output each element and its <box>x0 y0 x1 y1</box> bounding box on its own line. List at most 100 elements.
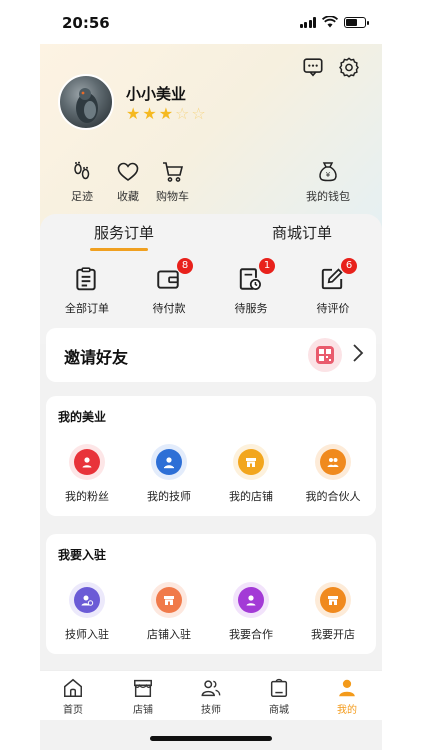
rating-stars: ★ ★ ★ ☆ ☆ <box>126 104 206 123</box>
invite-title: 邀请好友 <box>64 348 129 367</box>
order-label: 待付款 <box>152 302 186 315</box>
item-label: 我的技师 <box>147 490 191 503</box>
header-actions <box>302 56 360 78</box>
footprint-icon <box>74 161 90 180</box>
section-title: 我的美业 <box>58 410 107 424</box>
order-label: 待服务 <box>234 302 268 315</box>
profile-screen: 小小美业 ★ ★ ★ ☆ ☆ 足迹 收藏 购物车 ¥ 我的钱包 服务订单 商城订… <box>40 44 382 750</box>
quick-link-label: 购物车 <box>156 190 189 203</box>
tab-home[interactable]: 首页 <box>48 677 98 716</box>
store-icon <box>134 679 152 697</box>
order-pending-service[interactable]: 1 待服务 <box>216 258 286 316</box>
tab-label: 商城 <box>269 705 289 716</box>
fans-icon <box>69 444 105 480</box>
quick-link-favorites[interactable]: 收藏 <box>116 160 140 204</box>
order-pending-review[interactable]: 6 待评价 <box>298 258 368 316</box>
quick-links: 足迹 收藏 购物车 ¥ 我的钱包 <box>40 160 382 210</box>
my-fans-item[interactable]: 我的粉丝 <box>52 444 122 504</box>
avatar[interactable] <box>58 74 114 130</box>
order-badge: 8 <box>177 258 193 274</box>
item-label: 店铺入驻 <box>147 628 191 641</box>
cooperate-icon <box>233 582 269 618</box>
item-label: 我要开店 <box>311 628 355 641</box>
star-empty-icon: ☆ <box>175 104 190 123</box>
signal-icon <box>299 16 316 28</box>
order-pending-payment[interactable]: 8 待付款 <box>134 258 204 316</box>
my-partners-item[interactable]: 我的合伙人 <box>298 444 368 504</box>
order-tabs: 服务订单 商城订单 <box>40 222 382 252</box>
partner-icon <box>315 444 351 480</box>
profile-name: 小小美业 <box>126 84 187 103</box>
wallet-icon: ¥ <box>319 162 337 182</box>
shopping-bag-icon <box>270 678 288 697</box>
tab-mine[interactable]: 我的 <box>322 677 372 716</box>
invite-friends-row[interactable]: 邀请好友 <box>46 328 376 382</box>
quick-link-cart[interactable]: 购物车 <box>156 160 189 204</box>
status-icons <box>299 16 369 28</box>
star-icon: ★ <box>142 104 157 123</box>
wifi-icon <box>322 16 338 28</box>
my-stores-item[interactable]: 我的店铺 <box>216 444 286 504</box>
tab-technicians[interactable]: 技师 <box>186 677 236 716</box>
my-beauty-section: 我的美业 我的粉丝 我的技师 我的店铺 我的合伙人 <box>46 396 376 516</box>
item-label: 技师入驻 <box>65 628 109 641</box>
tab-label: 店铺 <box>133 705 153 716</box>
message-icon[interactable] <box>302 56 324 78</box>
chevron-right-icon <box>352 343 364 368</box>
active-tab-indicator <box>90 248 148 251</box>
status-time: 20:56 <box>62 14 110 32</box>
gear-icon[interactable] <box>338 56 360 78</box>
tab-mall[interactable]: 商城 <box>254 677 304 716</box>
join-section: 我要入驻 技师入驻 店铺入驻 我要合作 我要开店 <box>46 534 376 654</box>
store-icon <box>233 444 269 480</box>
store-join-icon <box>151 582 187 618</box>
item-label: 我的粉丝 <box>65 490 109 503</box>
cart-icon <box>162 162 183 182</box>
heart-icon <box>117 162 139 181</box>
order-status-row: 全部订单 8 待付款 1 待服务 6 待评价 <box>40 258 382 322</box>
tab-stores[interactable]: 店铺 <box>118 677 168 716</box>
quick-link-footprint[interactable]: 足迹 <box>70 160 94 204</box>
people-icon <box>201 680 221 697</box>
technician-join-item[interactable]: 技师入驻 <box>52 582 122 642</box>
item-label: 我要合作 <box>229 628 273 641</box>
technician-icon <box>151 444 187 480</box>
order-label: 全部订单 <box>65 302 109 315</box>
open-store-item[interactable]: 我要开店 <box>298 582 368 642</box>
qr-code-icon <box>308 338 342 372</box>
quick-link-label: 我的钱包 <box>306 190 350 203</box>
order-badge: 1 <box>259 258 275 274</box>
tab-label: 首页 <box>63 705 83 716</box>
order-label: 待评价 <box>316 302 350 315</box>
quick-link-wallet[interactable]: ¥ 我的钱包 <box>306 160 350 204</box>
open-store-icon <box>315 582 351 618</box>
svg-text:¥: ¥ <box>326 171 331 179</box>
orders-card: 服务订单 商城订单 全部订单 8 待付款 1 待服务 6 待评价 <box>40 214 382 344</box>
tab-service-orders[interactable]: 服务订单 <box>94 222 154 243</box>
tab-label: 我的 <box>337 705 357 716</box>
star-icon: ★ <box>126 104 141 123</box>
status-bar: 20:56 <box>0 0 422 44</box>
store-join-item[interactable]: 店铺入驻 <box>134 582 204 642</box>
profile-header[interactable]: 小小美业 ★ ★ ★ ☆ ☆ <box>58 74 206 130</box>
star-empty-icon: ☆ <box>191 104 206 123</box>
quick-link-label: 收藏 <box>117 190 139 203</box>
technician-join-icon <box>69 582 105 618</box>
item-label: 我的店铺 <box>229 490 273 503</box>
tab-mall-orders[interactable]: 商城订单 <box>272 222 332 243</box>
order-all[interactable]: 全部订单 <box>52 266 122 316</box>
battery-icon <box>344 16 369 28</box>
home-indicator <box>150 736 272 741</box>
star-icon: ★ <box>158 104 174 123</box>
section-title: 我要入驻 <box>58 548 107 562</box>
cooperate-item[interactable]: 我要合作 <box>216 582 286 642</box>
tab-label: 技师 <box>201 705 221 716</box>
home-icon <box>64 678 82 697</box>
quick-link-label: 足迹 <box>71 190 93 203</box>
order-badge: 6 <box>341 258 357 274</box>
user-icon <box>339 679 355 697</box>
my-technicians-item[interactable]: 我的技师 <box>134 444 204 504</box>
bottom-tab-bar: 首页 店铺 技师 商城 我的 <box>40 670 382 720</box>
clipboard-icon <box>76 267 96 291</box>
item-label: 我的合伙人 <box>305 490 361 503</box>
